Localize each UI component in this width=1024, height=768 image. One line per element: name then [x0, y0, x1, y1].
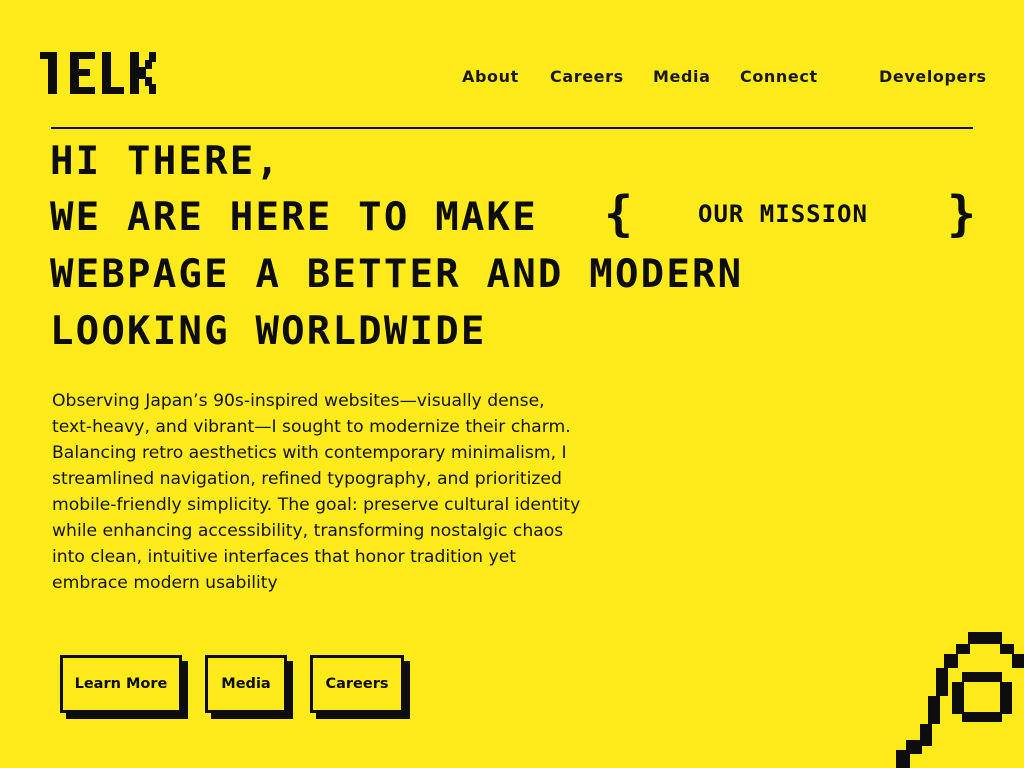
our-mission-link[interactable]: { OUR MISSION }	[604, 188, 976, 240]
intro-line: text-heavy, and vibrant—I sought to mode…	[52, 417, 571, 437]
intro-paragraph: Observing Japan’s 90s-inspired websites—…	[52, 388, 612, 596]
nav-developers-link[interactable]: Developers	[879, 66, 987, 88]
intro-line: Observing Japan’s 90s-inspired websites—…	[52, 391, 545, 411]
intro-line: mobile-friendly simplicity. The goal: pr…	[52, 495, 581, 515]
media-button[interactable]: Media	[205, 655, 293, 719]
pixel-ghost-icon	[892, 628, 1024, 768]
hero-headline-line-4: LOOKING WORLDWIDE	[50, 309, 487, 354]
learn-more-button-label: Learn More	[60, 655, 182, 713]
our-mission-label: OUR MISSION	[698, 200, 868, 228]
hero-headline-line-1: HI THERE,	[50, 139, 282, 184]
brand-logo[interactable]	[40, 52, 156, 94]
brand-logo-mark	[40, 52, 156, 94]
right-brace-icon: }	[947, 186, 976, 242]
nav-connect-link[interactable]: Connect	[740, 66, 818, 88]
learn-more-button[interactable]: Learn More	[60, 655, 188, 719]
left-brace-icon: {	[604, 186, 633, 242]
careers-button-label: Careers	[310, 655, 404, 713]
nav-media-link[interactable]: Media	[653, 66, 711, 88]
nav-careers-link[interactable]: Careers	[550, 66, 624, 88]
intro-line: Balancing retro aesthetics with contempo…	[52, 443, 567, 463]
nav-about-link[interactable]: About	[462, 66, 519, 88]
media-button-label: Media	[205, 655, 287, 713]
intro-line: while enhancing accessibility, transform…	[52, 521, 564, 541]
intro-line: embrace modern usability	[52, 573, 278, 593]
careers-button[interactable]: Careers	[310, 655, 410, 719]
intro-line: into clean, intuitive interfaces that ho…	[52, 547, 517, 567]
header-divider	[51, 127, 973, 129]
hero-headline-line-2: WE ARE HERE TO MAKE	[50, 195, 538, 240]
hero-headline-line-3: WEBPAGE A BETTER AND MODERN	[50, 252, 744, 297]
intro-line: streamlined navigation, refined typograp…	[52, 469, 562, 489]
